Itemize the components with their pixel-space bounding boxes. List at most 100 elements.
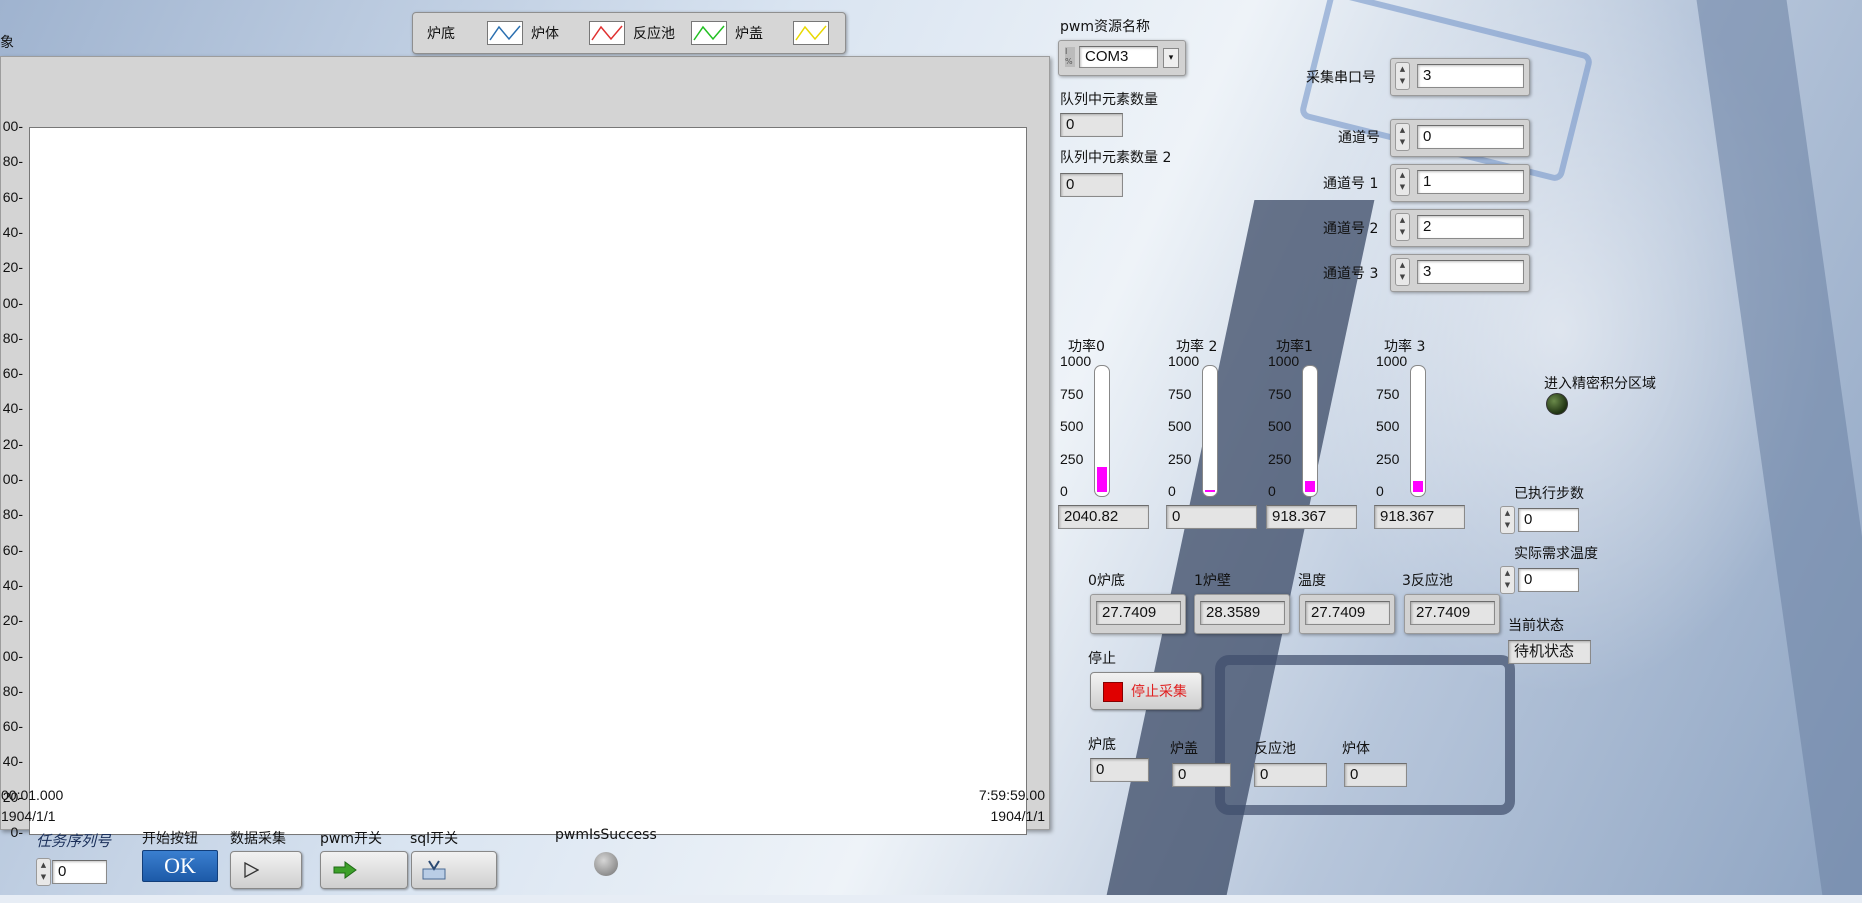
power-scale-label: 1000	[1060, 353, 1092, 369]
power-scale-label: 0	[1060, 483, 1068, 499]
legend-swatch-1[interactable]	[487, 21, 523, 45]
power-value: 918.367	[1374, 505, 1465, 529]
y-tick-label: 00-	[2, 471, 23, 487]
state-value: 待机状态	[1508, 640, 1591, 664]
power-value: 0	[1166, 505, 1257, 529]
waveform-chart-panel: 00- 80- 60- 40- 20- 00- 80- 60- 40- 20- 00- 80- 60- 4…	[0, 56, 1050, 840]
channel-value-1[interactable]: 1	[1417, 170, 1524, 194]
data-acq-toggle[interactable]	[230, 851, 302, 889]
channel-value-0[interactable]: 0	[1417, 125, 1524, 149]
power-scale-label: 750	[1168, 385, 1192, 402]
bottom-label-0: 炉底	[1088, 737, 1116, 753]
y-tick-label: 60-	[2, 541, 23, 558]
y-tick-label: 60-	[2, 365, 23, 382]
power-scale-label: 500	[1168, 418, 1192, 434]
dropdown-arrow-icon[interactable]: ▾	[1163, 48, 1179, 68]
steps-value[interactable]: 0	[1518, 508, 1579, 532]
spin-arrows-icon[interactable]: ▲ ▼	[1395, 258, 1410, 286]
power-scale-label: 0	[1168, 483, 1176, 499]
spin-arrows-icon[interactable]: ▲ ▼	[1395, 168, 1410, 196]
bottom-strip	[0, 895, 1862, 903]
plot-legend[interactable]: 炉底 炉体 反应池 炉盖	[412, 12, 846, 54]
power-scale-label: 750	[1060, 385, 1084, 402]
y-tick-label: 20-	[2, 612, 23, 629]
stop-square-icon	[1103, 682, 1123, 702]
spin-arrows-icon[interactable]: ▲ ▼	[36, 858, 51, 886]
temp-label-0: 0炉底	[1088, 573, 1125, 589]
temp-label-3: 3反应池	[1402, 573, 1453, 589]
steps-label: 已执行步数	[1514, 486, 1584, 502]
spin-arrows-icon[interactable]: ▲ ▼	[1395, 213, 1410, 241]
power-scale-label: 1000	[1376, 353, 1408, 369]
power-scale-label: 0	[1268, 483, 1276, 499]
y-tick-label: 60-	[2, 718, 23, 735]
pwm-switch-label: pwm开关	[320, 831, 382, 847]
channel-value-3[interactable]: 3	[1417, 260, 1524, 284]
power-tank-fill	[1305, 481, 1315, 492]
y-tick-label: 80-	[2, 682, 23, 699]
legend-swatch-3[interactable]	[691, 21, 727, 45]
play-icon	[244, 862, 259, 878]
temp-indicator-3: 27.7409	[1404, 594, 1500, 634]
channel-label-2: 通道号 2	[1323, 221, 1379, 237]
pwm-success-label: pwmIsSuccess	[555, 827, 657, 843]
power-scale-label: 1000	[1268, 353, 1300, 369]
legend-swatch-2[interactable]	[589, 21, 625, 45]
y-tick-label: 80-	[2, 153, 23, 170]
pwm-resource-value[interactable]: COM3	[1079, 46, 1158, 68]
stop-acquisition-button[interactable]: 停止采集	[1090, 672, 1202, 710]
waveform-plot-area[interactable]	[29, 127, 1027, 835]
green-arrow-icon	[333, 861, 357, 879]
sql-switch-toggle[interactable]	[411, 851, 497, 889]
queue-count-2-label: 队列中元素数量 2	[1060, 150, 1172, 166]
ok-button[interactable]: OK	[142, 850, 218, 882]
bottom-label-1: 炉盖	[1170, 741, 1198, 757]
temp-value-1: 28.3589	[1200, 601, 1285, 625]
task-seq-value[interactable]: 0	[52, 860, 107, 884]
bottom-value-0: 0	[1090, 758, 1149, 782]
channel-value-2[interactable]: 2	[1417, 215, 1524, 239]
y-tick-label: 40-	[2, 753, 23, 770]
legend-label-1: 炉体	[531, 26, 559, 42]
y-tick-label: 40-	[2, 223, 23, 240]
y-tick-label: 00-	[2, 294, 23, 311]
spin-arrows-icon[interactable]: ▲ ▼	[1395, 123, 1410, 151]
acq-port-value[interactable]: 3	[1417, 64, 1524, 88]
channel-control-2[interactable]: ▲ ▼ 2	[1390, 209, 1530, 247]
spin-arrows-icon[interactable]: ▲ ▼	[1500, 506, 1515, 534]
power-scale-label: 1000	[1168, 353, 1200, 369]
precision-led-label: 进入精密积分区域	[1544, 376, 1656, 392]
pwm-switch-toggle[interactable]	[320, 851, 408, 889]
y-tick-label: 60-	[2, 188, 23, 205]
channel-control-0[interactable]: ▲ ▼ 0	[1390, 119, 1530, 157]
data-acq-label: 数据采集	[230, 831, 286, 847]
acq-port-control[interactable]: ▲ ▼ 3	[1390, 58, 1530, 96]
task-seq-label: 任务序列号	[36, 832, 112, 850]
power-value: 2040.82	[1058, 505, 1149, 529]
required-temp-value[interactable]: 0	[1518, 568, 1579, 592]
y-tick-label: 00-	[2, 647, 23, 664]
spin-arrows-icon[interactable]: ▲ ▼	[1395, 62, 1410, 90]
power-scale-label: 500	[1060, 418, 1084, 434]
spin-arrows-icon[interactable]: ▲ ▼	[1500, 566, 1515, 594]
power-scale-label: 750	[1376, 385, 1400, 402]
start-button-label: 开始按钮	[142, 831, 198, 847]
precision-led-indicator[interactable]	[1546, 393, 1568, 415]
legend-label-0: 炉底	[427, 26, 455, 42]
bottom-value-1: 0	[1172, 763, 1231, 787]
legend-swatch-4[interactable]	[793, 21, 829, 45]
power-scale-label: 500	[1268, 418, 1292, 434]
temp-value-0: 27.7409	[1096, 601, 1181, 625]
channel-control-3[interactable]: ▲ ▼ 3	[1390, 254, 1530, 292]
power-tank-fill	[1413, 481, 1423, 492]
legend-label-2: 反应池	[633, 26, 675, 42]
y-tick-label: 20-	[2, 435, 23, 452]
pwm-success-led[interactable]	[594, 852, 618, 876]
y-tick-label: 80-	[2, 329, 23, 346]
channel-control-1[interactable]: ▲ ▼ 1	[1390, 164, 1530, 202]
pwm-resource-control[interactable]: I% COM3 ▾	[1058, 40, 1186, 76]
stop-button-label: 停止采集	[1131, 684, 1187, 700]
temp-value-2: 27.7409	[1305, 601, 1390, 625]
y-tick-label: 80-	[2, 506, 23, 523]
x-end-time: 7:59:59.00	[978, 787, 1045, 803]
